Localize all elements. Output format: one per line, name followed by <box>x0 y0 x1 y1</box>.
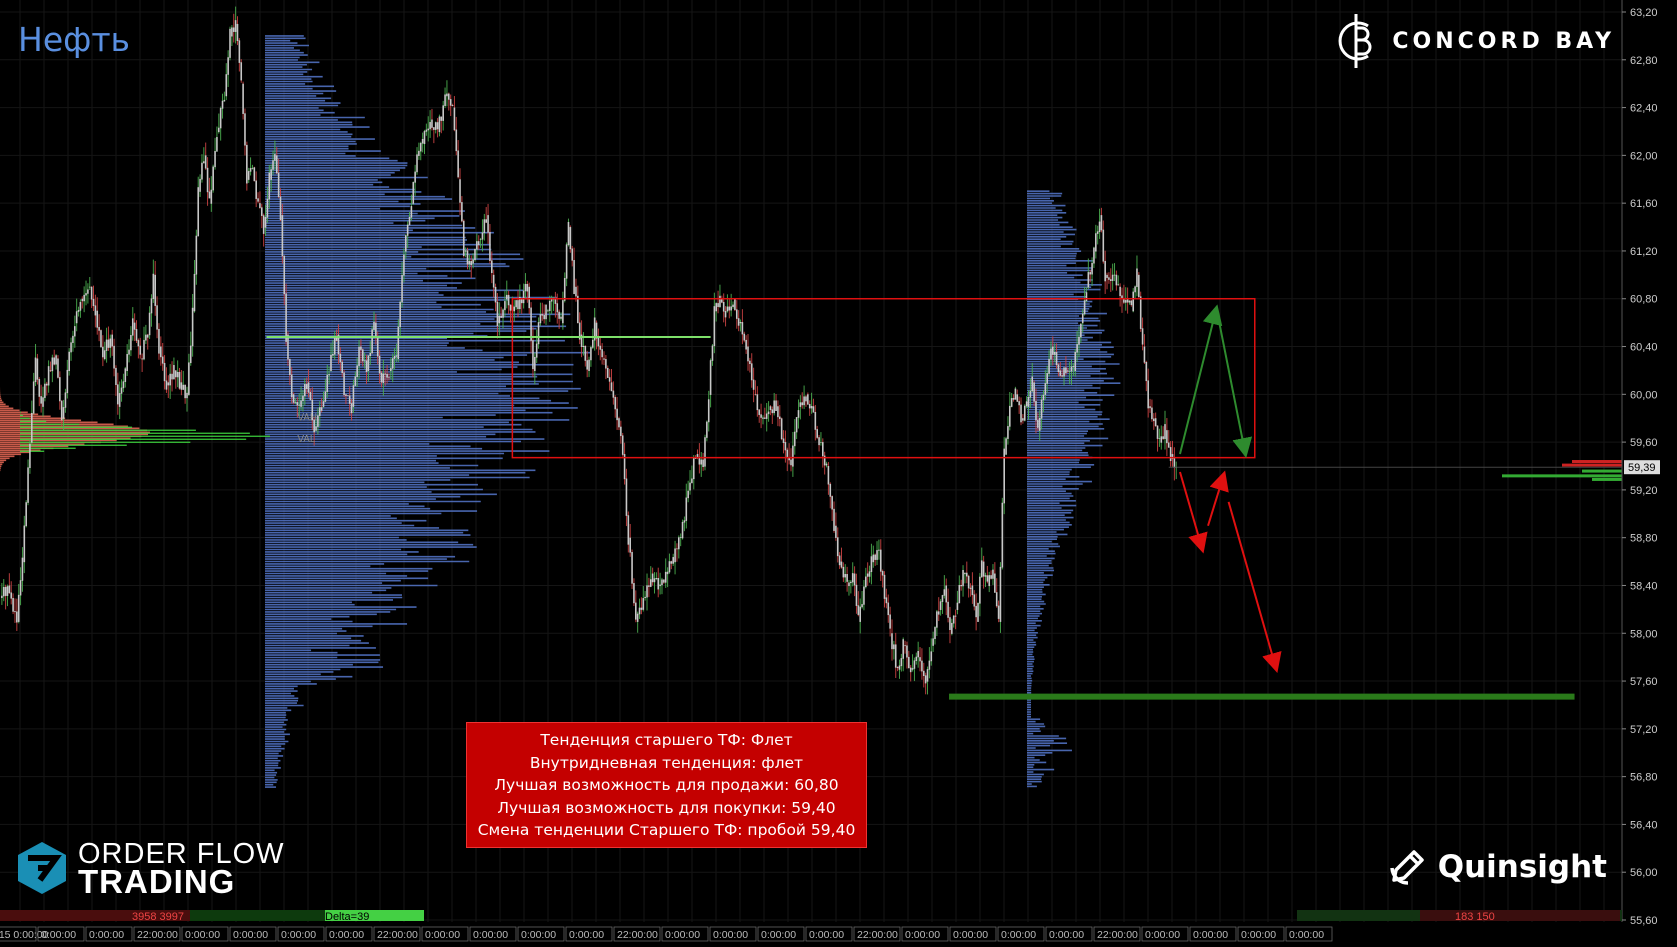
time-label: 0:00:00 <box>185 929 220 941</box>
delta-left-values: 3958 3997 <box>132 911 184 923</box>
info-line-intraday: Внутридневная тенденция: флет <box>529 753 804 772</box>
time-label: 0:00:00 <box>281 929 316 941</box>
delta-right-neg <box>1420 910 1620 921</box>
quinsight-logo: Quinsight <box>1388 848 1607 886</box>
price-tick-label: 58,00 <box>1630 628 1658 640</box>
time-label: 22:00:00 <box>857 929 898 941</box>
price-tick-label: 62,00 <box>1630 150 1658 162</box>
price-tick-label: 58,40 <box>1630 580 1658 592</box>
price-tick-label: 56,80 <box>1630 772 1658 784</box>
time-label: 0:00:00 <box>1145 929 1180 941</box>
time-label: 22:00:00 <box>377 929 418 941</box>
time-label: 0:00:00 <box>665 929 700 941</box>
brand-name: CONCORD BAY <box>1392 28 1615 54</box>
time-label: 0:00:00 <box>425 929 460 941</box>
delta-pos-bar <box>190 910 325 921</box>
price-tick-label: 61,60 <box>1630 198 1658 210</box>
price-tick-label: 60,40 <box>1630 342 1658 354</box>
time-label: 0:00:00 <box>1289 929 1324 941</box>
dom-bar <box>1582 469 1622 473</box>
info-line-sell: Лучшая возможность для продажи: 60,80 <box>494 776 839 794</box>
price-tick-label: 63,20 <box>1630 7 1658 19</box>
time-label: 0:00:00 <box>1001 929 1036 941</box>
time-label: 0:00:00 <box>569 929 604 941</box>
time-label: 22:00:00 <box>137 929 178 941</box>
up-arrow <box>1178 304 1223 455</box>
time-label: 0:00:00 <box>89 929 124 941</box>
delta-label: Delta=39 <box>325 911 369 923</box>
chart-title: Нефть <box>18 20 131 59</box>
vah-label: VAH <box>297 413 317 424</box>
val-label: VAL <box>297 434 316 445</box>
time-label: 0:00:00 <box>233 929 268 941</box>
time-label: 0:00:00 <box>1193 929 1228 941</box>
time-label: 0:00:00 <box>761 929 796 941</box>
time-label: 0:00:00 <box>473 929 508 941</box>
price-tick-label: 62,80 <box>1630 55 1658 67</box>
order-flow-icon <box>18 842 66 894</box>
price-tick-label: 56,00 <box>1630 867 1658 879</box>
concord-bay-icon <box>1338 14 1372 68</box>
quinsight-icon <box>1389 850 1424 885</box>
price-tick-label: 57,20 <box>1630 724 1658 736</box>
price-tick-label: 59,20 <box>1630 485 1658 497</box>
price-tick-label: 59,60 <box>1630 437 1658 449</box>
price-tick-label: 58,80 <box>1630 533 1658 545</box>
price-tick-label: 61,20 <box>1630 246 1658 258</box>
quinsight-text: Quinsight <box>1437 849 1607 885</box>
time-label: 22:00:00 <box>617 929 658 941</box>
price-tick-label: 57,60 <box>1630 676 1658 688</box>
time-label: 0:00:00 <box>1241 929 1276 941</box>
dom-bar <box>1592 477 1622 481</box>
time-label: 0:00:00 <box>521 929 556 941</box>
forecast-info-box: Тенденция старшего ТФ: Флет Внутридневна… <box>466 722 867 848</box>
time-label: 0:00:00 <box>329 929 364 941</box>
down-arrow <box>1207 470 1229 527</box>
trading-text: TRADING <box>78 863 236 900</box>
price-tick-label: 56,40 <box>1630 819 1658 831</box>
time-label: 0:00:00 <box>953 929 988 941</box>
price-tick-label: 60,80 <box>1630 294 1658 306</box>
dom-bar <box>1562 463 1622 467</box>
current-price-label: 59,39 <box>1628 462 1656 474</box>
price-tick-label: 60,00 <box>1630 389 1658 401</box>
delta-right-values: 183 150 <box>1455 911 1495 923</box>
time-label: 0:00:00 <box>713 929 748 941</box>
concord-bay-logo: CONCORD BAY <box>1338 12 1615 70</box>
info-line-buy: Лучшая возможность для покупки: 59,40 <box>497 798 836 817</box>
time-label: 0:00:00 <box>1049 929 1084 941</box>
time-label: 0:00:00 <box>809 929 844 941</box>
price-tick-label: 55,60 <box>1630 915 1658 927</box>
price-tick-label: 62,40 <box>1630 103 1658 115</box>
dom-bar <box>1502 474 1622 478</box>
info-line-change: Смена тенденции Старшего ТФ: пробой 59,4… <box>477 821 856 839</box>
dom-bar <box>1572 460 1622 464</box>
up-arrow <box>1215 308 1253 458</box>
time-label: 0:00:00 <box>905 929 940 941</box>
time-label: 22:00:00 <box>1097 929 1138 941</box>
time-label: 0:00:00 <box>41 929 76 941</box>
order-flow-logo: ORDER FLOW TRADING <box>14 840 285 900</box>
info-line-trend: Тенденция старшего ТФ: Флет <box>540 731 793 749</box>
